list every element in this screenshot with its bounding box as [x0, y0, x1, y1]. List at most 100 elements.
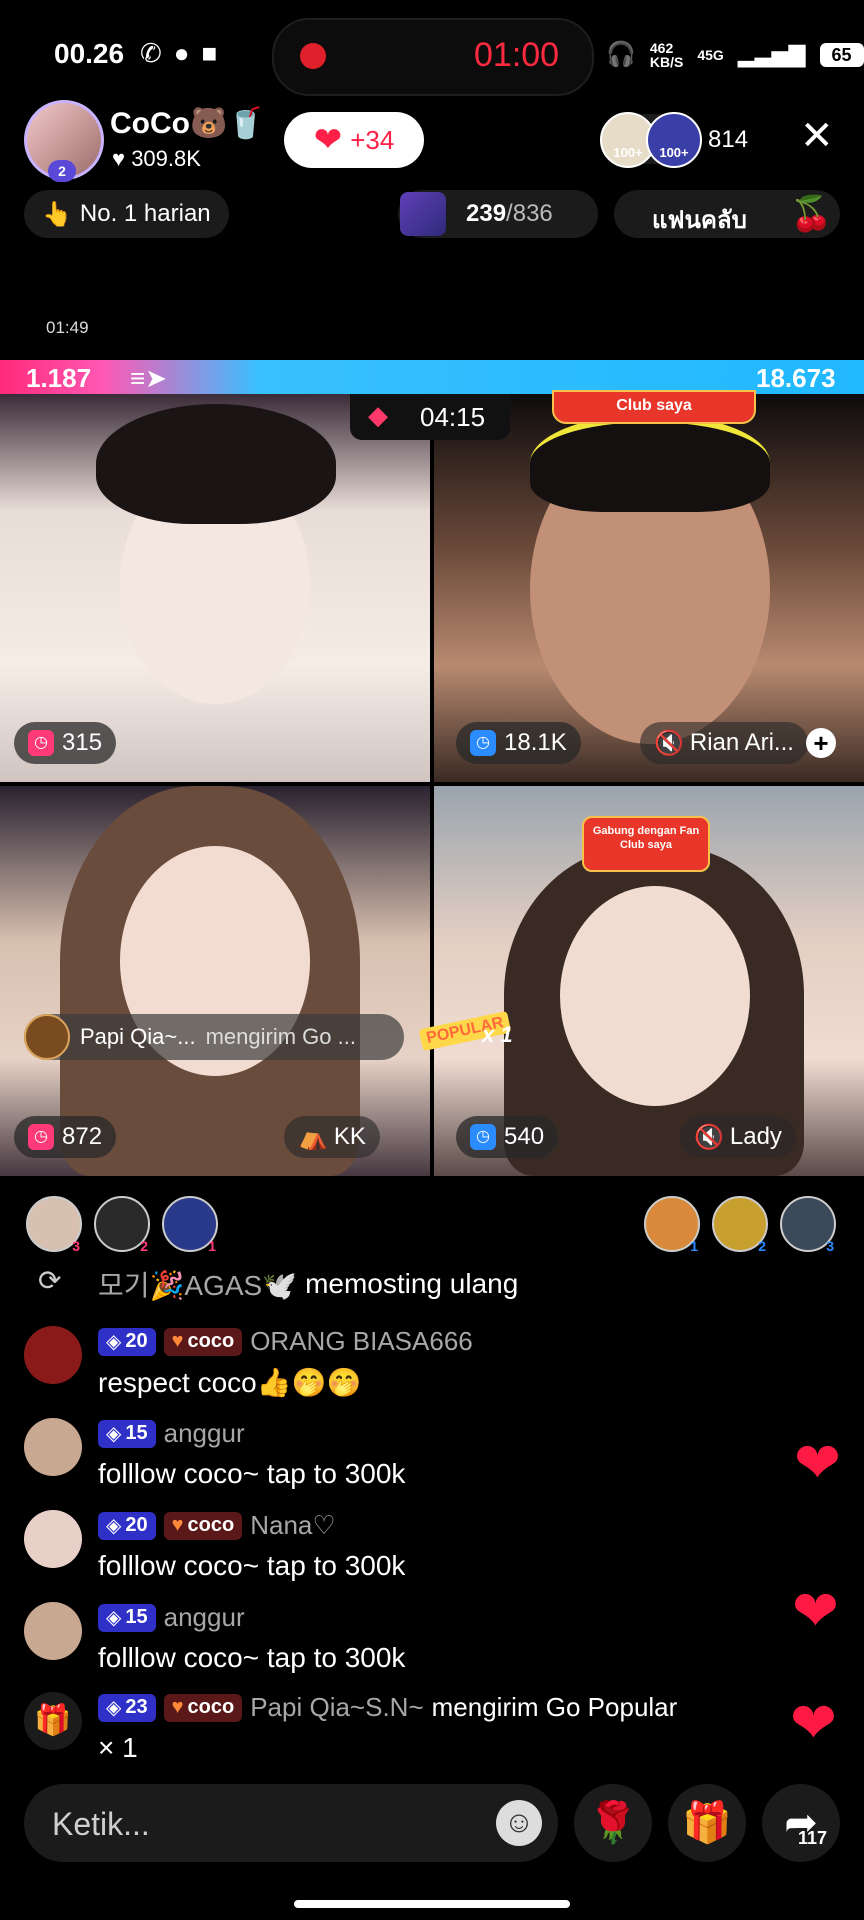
home-indicator[interactable] [294, 1900, 570, 1908]
gift-notice-banner: Papi Qia~... mengirim Go ... [24, 1014, 404, 1060]
elapsed-time: 01:49 [46, 318, 89, 337]
gifter-avatar [24, 1014, 70, 1060]
gift-button[interactable]: 🎁 [668, 1784, 746, 1862]
headphones-icon: 🎧 [606, 41, 636, 68]
fan-badge: ♥ coco [163, 1511, 243, 1540]
share-count: 117 [798, 1828, 828, 1848]
tile-4-score: ◷ 540 [456, 1116, 559, 1158]
face-image [560, 886, 750, 1106]
level-badge: ◈ 20 [98, 1511, 156, 1540]
level-badge: ◈ 23 [98, 1693, 156, 1722]
hair-image [530, 414, 770, 512]
chat-item: ◈ 15 anggur folllow coco~ tap to 300k [24, 1602, 814, 1682]
timer-icon: ◷ [470, 1124, 496, 1150]
floating-heart-icon: ❤ [794, 1431, 841, 1494]
diamond-icon: ◈ [106, 1607, 122, 1629]
chat-text: folllow coco~ tap to 300k [98, 1550, 406, 1581]
tile-3-name[interactable]: ⛺ KK [284, 1116, 380, 1158]
chat-username[interactable]: anggur [164, 1602, 245, 1633]
tile-2-score: ◷ 18.1K [456, 722, 581, 764]
chat-username[interactable]: ORANG BIASA666 [250, 1326, 473, 1357]
close-button[interactable]: ✕ [800, 116, 834, 156]
floating-heart-icon: ❤ [790, 1691, 837, 1754]
gifter-name: Papi Qia~... [80, 1024, 196, 1049]
heart-icon: ♥ [112, 146, 126, 171]
chat-icon: ● [173, 38, 190, 68]
chat-item: ◈ 20 ♥ coco Nana♡ folllow coco~ tap to 300… [24, 1510, 814, 1590]
timer-icon: ◷ [28, 730, 54, 756]
fan-heart-icon: ♥ [171, 1514, 184, 1536]
chat-username[interactable]: anggur [164, 1418, 245, 1449]
system-indicators: 🎧 462 KB/S 45G ▂▃▅▇ 65 [606, 40, 864, 69]
supporter-avatar[interactable]: 2 [94, 1196, 150, 1254]
gift-goal-icon [400, 192, 446, 236]
host-name[interactable]: CoCo🐻🥤 [110, 106, 265, 141]
emoji-icon[interactable]: ☺ [496, 1800, 542, 1846]
chat-avatar[interactable] [24, 1602, 82, 1660]
fan-club-icon: 🍒 [790, 195, 833, 233]
club-banner[interactable]: Club saya [552, 390, 756, 424]
chat-avatar[interactable] [24, 1418, 82, 1476]
chat-text: folllow coco~ tap to 300k [98, 1458, 406, 1489]
chat-username[interactable]: 모기🎉AGAS🕊️ [98, 1264, 297, 1304]
fan-badge: ♥ coco [163, 1693, 243, 1722]
signal-bars-icon: ▂▃▅▇ [737, 41, 806, 67]
floating-heart-icon: ❤ [792, 1579, 839, 1642]
gift-goal-count: 239/836 [466, 200, 553, 227]
rank-label: No. 1 harian [79, 200, 211, 227]
battle-spark-icon: ≡➤ [130, 363, 167, 393]
chat-text: mengirim Go Popular [431, 1692, 678, 1722]
host-level-badge: 2 [48, 160, 76, 182]
chat-avatar[interactable] [24, 1326, 82, 1384]
diamond-icon: ◈ [106, 1697, 122, 1719]
diamond-icon: ◈ [106, 1331, 122, 1353]
whatsapp-icon: ✆ [140, 38, 162, 68]
fan-club-invite[interactable]: Gabung dengan Fan Club saya [582, 816, 710, 872]
timer-icon: ◷ [470, 730, 496, 756]
level-badge: ◈ 15 [98, 1603, 156, 1632]
like-button[interactable]: ❤ +34 [284, 112, 424, 168]
chat-text: memosting ulang [305, 1268, 519, 1299]
viewer-count[interactable]: 814 [708, 126, 748, 154]
tile-3-score: ◷ 872 [14, 1116, 117, 1158]
daily-rank-pill[interactable]: 👆 No. 1 harian [24, 190, 229, 238]
comment-placeholder[interactable]: Ketik... [52, 1806, 150, 1843]
timer-icon: ◷ [28, 1124, 54, 1150]
status-time: 00.26 [54, 38, 125, 69]
host-likes: ♥ 309.8K [112, 146, 201, 171]
tent-icon: ⛺ [298, 1123, 328, 1151]
follow-plus-button[interactable]: + [806, 728, 836, 758]
level-badge: ◈ 15 [98, 1419, 156, 1448]
battle-icon: ◆ [368, 400, 388, 430]
chat-item: ◈ 20 ♥ coco ORANG BIASA666 respect coco👍🤭🤭 [24, 1326, 814, 1406]
gift-message: mengirim Go ... [205, 1024, 356, 1049]
chat-text-continued: × 1 [98, 1732, 138, 1763]
chat-username[interactable]: Nana♡ [250, 1510, 335, 1541]
fan-heart-icon: ♥ [171, 1696, 184, 1718]
hair-image [96, 404, 336, 524]
supporter-avatar[interactable]: 1 [162, 1196, 218, 1254]
supporter-avatar[interactable]: 2 [712, 1196, 768, 1254]
supporter-avatar[interactable]: 1 [644, 1196, 700, 1254]
net-speed: 462 KB/S [649, 39, 684, 70]
battle-timer: 04:15 [420, 402, 486, 432]
diamond-icon: ◈ [106, 1515, 122, 1537]
top-viewer-avatar[interactable]: 100+ [646, 112, 702, 168]
mute-icon: 🔇 [694, 1123, 724, 1151]
chat-username[interactable]: Papi Qia~S.N~ [250, 1692, 423, 1723]
supporter-avatar[interactable]: 3 [26, 1196, 82, 1254]
record-timer: 01:00 [474, 36, 560, 74]
battle-left-score: 1.187 [26, 363, 92, 393]
chat-avatar[interactable] [24, 1510, 82, 1568]
chat-item-gift: 🎁 ◈ 23 ♥ coco Papi Qia~S.N~ mengirim Go Po… [24, 1692, 814, 1776]
video-icon: ■ [201, 38, 218, 68]
repost-icon: ⟳ [38, 1265, 62, 1296]
share-button[interactable]: ➦ [762, 1784, 840, 1862]
tile-4-name[interactable]: 🔇 Lady [680, 1116, 796, 1158]
notification-icons: ✆ ● ■ [140, 38, 217, 69]
chat-text: folllow coco~ tap to 300k [98, 1642, 406, 1673]
tile-2-name[interactable]: 🔇 Rian Ari... [640, 722, 808, 764]
supporter-avatar[interactable]: 3 [780, 1196, 836, 1254]
tile-1-score: ◷ 315 [14, 722, 117, 764]
rose-gift-button[interactable]: 🌹 [574, 1784, 652, 1862]
